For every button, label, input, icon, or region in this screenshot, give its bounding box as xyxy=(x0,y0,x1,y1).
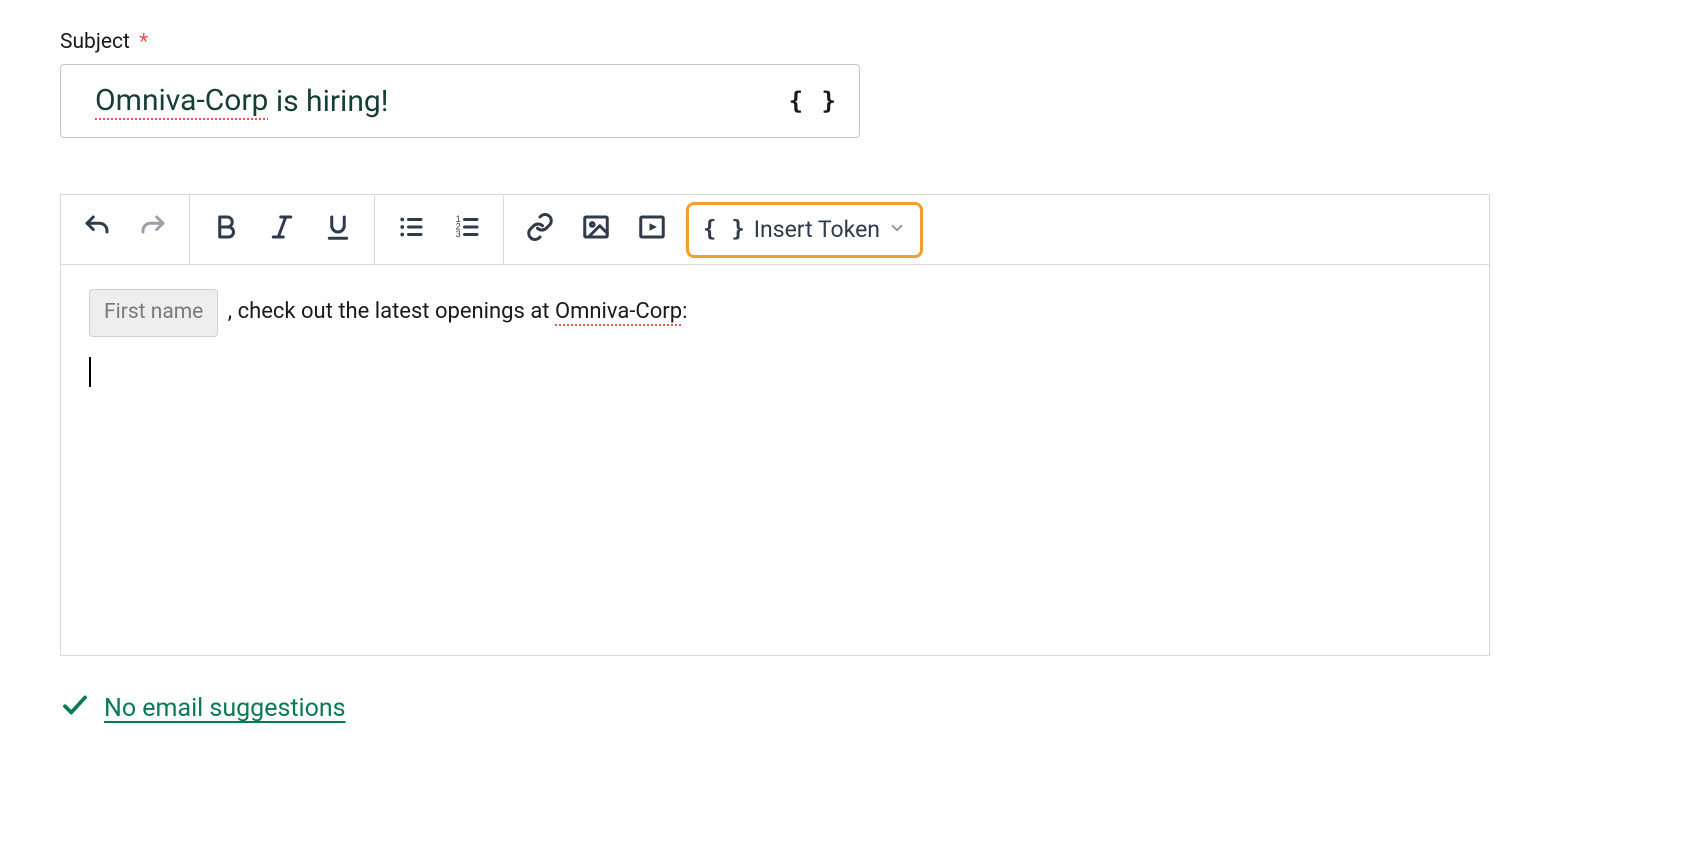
italic-icon xyxy=(267,212,297,247)
rich-text-editor: 1 2 3 xyxy=(60,194,1490,656)
bold-button[interactable] xyxy=(198,202,254,258)
editor-toolbar: 1 2 3 xyxy=(61,195,1489,265)
numbered-list-icon: 1 2 3 xyxy=(452,212,482,247)
underline-button[interactable] xyxy=(310,202,366,258)
subject-input[interactable]: Omniva-Corp is hiring! xyxy=(60,64,860,138)
numbered-list-button[interactable]: 1 2 3 xyxy=(439,202,495,258)
subject-field-wrap: Omniva-Corp is hiring! { } xyxy=(60,64,860,138)
underline-icon xyxy=(323,212,353,247)
image-icon xyxy=(581,212,611,247)
body-line-2 xyxy=(89,351,1461,393)
check-icon xyxy=(60,690,90,727)
video-icon xyxy=(637,212,667,247)
no-email-suggestions-link[interactable]: No email suggestions xyxy=(104,694,346,723)
insert-token-button[interactable]: { } Insert Token xyxy=(686,202,923,258)
undo-button[interactable] xyxy=(69,202,125,258)
token-chip-first-name[interactable]: First name xyxy=(89,289,218,337)
link-icon xyxy=(525,212,555,247)
toolbar-group-format xyxy=(190,195,375,264)
svg-text:3: 3 xyxy=(456,229,461,239)
email-suggestions-row: No email suggestions xyxy=(60,690,1628,727)
insert-token-label: Insert Token xyxy=(754,216,880,243)
video-button[interactable] xyxy=(624,202,680,258)
image-button[interactable] xyxy=(568,202,624,258)
bullet-list-button[interactable] xyxy=(383,202,439,258)
braces-icon: { } xyxy=(703,217,746,242)
editor-body[interactable]: First name , check out the latest openin… xyxy=(61,265,1489,655)
undo-icon xyxy=(82,212,112,247)
subject-label: Subject * xyxy=(60,30,1628,54)
toolbar-group-insert: { } Insert Token xyxy=(504,195,937,264)
body-line-1: First name , check out the latest openin… xyxy=(89,289,1461,337)
body-text-tail: : xyxy=(682,299,687,324)
redo-button[interactable] xyxy=(125,202,181,258)
body-text-mid: , check out the latest openings at xyxy=(222,299,555,324)
link-button[interactable] xyxy=(512,202,568,258)
bold-icon xyxy=(211,212,241,247)
redo-icon xyxy=(138,212,168,247)
subject-insert-token-button[interactable]: { } xyxy=(789,87,838,115)
italic-button[interactable] xyxy=(254,202,310,258)
body-company-text: Omniva-Corp xyxy=(555,299,682,326)
subject-rest-text: is hiring! xyxy=(268,84,388,119)
braces-icon: { } xyxy=(789,87,838,115)
subject-label-text: Subject xyxy=(60,30,130,54)
subject-company-text: Omniva-Corp xyxy=(95,83,268,120)
text-caret xyxy=(89,357,91,387)
bullet-list-icon xyxy=(396,212,426,247)
toolbar-group-history xyxy=(61,195,190,264)
chevron-down-icon xyxy=(888,216,906,243)
required-asterisk: * xyxy=(139,30,148,54)
toolbar-group-lists: 1 2 3 xyxy=(375,195,504,264)
